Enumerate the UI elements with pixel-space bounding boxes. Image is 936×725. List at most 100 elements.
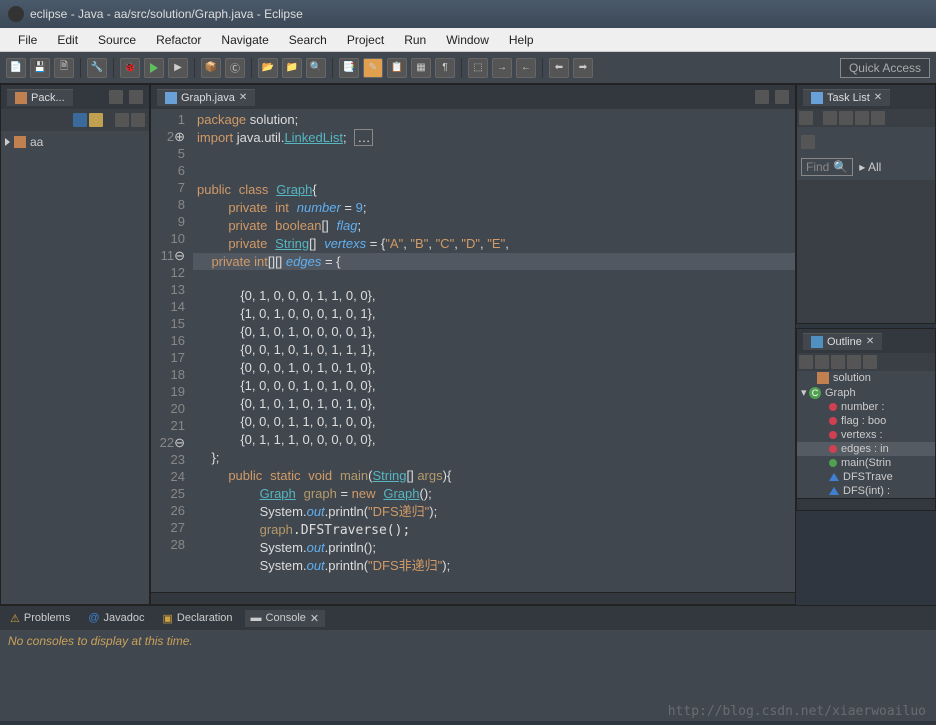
find-input[interactable]: Find🔍	[801, 158, 853, 176]
editor-panel: Graph.java ✕ 12⊕567891011⊖12131415161718…	[150, 84, 796, 605]
outline-header: Outline ✕	[797, 329, 935, 353]
next-annotation-button[interactable]: →	[492, 58, 512, 78]
close-icon[interactable]: ✕	[866, 336, 874, 347]
run-last-button[interactable]: ▶	[168, 58, 188, 78]
menu-refactor[interactable]: Refactor	[146, 33, 211, 47]
project-label: aa	[30, 135, 43, 149]
outline-scrollbar[interactable]	[797, 498, 935, 510]
maximize-button[interactable]	[775, 90, 789, 104]
outline-member[interactable]: flag : boo	[797, 414, 935, 428]
console-tab[interactable]: ▬Console✕	[245, 610, 326, 627]
save-all-button[interactable]: 🗎	[54, 58, 74, 78]
outline-icon	[811, 336, 823, 348]
categorize-button[interactable]	[823, 111, 837, 125]
watermark: http://blog.csdn.net/xiaerwoailuo	[668, 704, 926, 719]
outline-member[interactable]: vertexs :	[797, 428, 935, 442]
menu-project[interactable]: Project	[337, 33, 394, 47]
minimize-button[interactable]	[109, 90, 123, 104]
open-type-button[interactable]: 📂	[258, 58, 278, 78]
toggle-highlight-button[interactable]: ✎	[363, 58, 383, 78]
close-tab-icon[interactable]: ✕	[239, 92, 247, 103]
problems-tab[interactable]: ⚠Problems	[4, 610, 76, 627]
spacer	[815, 111, 821, 125]
new-button[interactable]: 📄	[6, 58, 26, 78]
editor-scrollbar[interactable]	[151, 592, 795, 604]
line-gutter: 12⊕567891011⊖1213141516171819202122⊖2324…	[151, 109, 193, 592]
task-list-panel: Task List ✕ Find🔍 ▸ All	[796, 84, 936, 324]
annotation-button[interactable]: 📋	[387, 58, 407, 78]
menu-search[interactable]: Search	[279, 33, 337, 47]
show-whitespace-button[interactable]: ¶	[435, 58, 455, 78]
play-icon	[150, 63, 158, 73]
package-explorer-tab[interactable]: Pack...	[7, 89, 73, 106]
filter-static-button[interactable]	[831, 355, 845, 369]
outline-member[interactable]: main(Strin	[797, 456, 935, 470]
filter-fields-button[interactable]	[815, 355, 829, 369]
back-button[interactable]: ⬅	[549, 58, 569, 78]
menu-run[interactable]: Run	[394, 33, 436, 47]
perspective-button[interactable]: ⬚	[468, 58, 488, 78]
all-filter[interactable]: ▸ All	[859, 160, 881, 174]
build-button[interactable]: 🔧	[87, 58, 107, 78]
project-node[interactable]: aa	[5, 135, 145, 149]
task-list-tab[interactable]: Task List ✕	[803, 89, 890, 106]
minimize-button[interactable]	[755, 90, 769, 104]
save-button[interactable]: 💾	[30, 58, 50, 78]
sort-button[interactable]	[799, 355, 813, 369]
declaration-tab[interactable]: ▣Declaration	[157, 610, 239, 627]
menu-navigate[interactable]: Navigate	[211, 33, 278, 47]
field-icon	[829, 403, 837, 411]
prev-annotation-button[interactable]: ←	[516, 58, 536, 78]
schedule-button[interactable]	[839, 111, 853, 125]
outline-panel: Outline ✕ solution ▾CGraph number : flag…	[796, 328, 936, 511]
right-panels: Task List ✕ Find🔍 ▸ All	[796, 84, 936, 605]
separator	[332, 58, 333, 78]
filter-public-button[interactable]	[847, 355, 861, 369]
maximize-button[interactable]	[129, 90, 143, 104]
filter-button[interactable]	[131, 113, 145, 127]
new-package-button[interactable]: 📦	[201, 58, 221, 78]
menu-help[interactable]: Help	[499, 33, 544, 47]
code-content[interactable]: package solution; import java.util.Linke…	[193, 109, 795, 592]
quick-access[interactable]: Quick Access	[840, 58, 930, 78]
new-task-button[interactable]	[799, 111, 813, 125]
outline-package[interactable]: solution	[797, 371, 935, 385]
new-class-button[interactable]: Ⓒ	[225, 58, 245, 78]
view-menu-button[interactable]	[115, 113, 129, 127]
method-icon	[829, 459, 837, 467]
javadoc-tab[interactable]: @Javadoc	[82, 610, 150, 626]
debug-button[interactable]: 🐞	[120, 58, 140, 78]
link-button[interactable]	[863, 355, 877, 369]
open-task-button[interactable]: 📁	[282, 58, 302, 78]
code-editor[interactable]: 12⊕567891011⊖1213141516171819202122⊖2324…	[151, 109, 795, 592]
outline-member[interactable]: number :	[797, 400, 935, 414]
menu-file[interactable]: File	[8, 33, 47, 47]
focus-button[interactable]	[871, 111, 885, 125]
toggle-mark-button[interactable]: 📑	[339, 58, 359, 78]
sync-button[interactable]	[855, 111, 869, 125]
link-editor-button[interactable]	[89, 113, 103, 127]
close-icon[interactable]: ✕	[874, 92, 882, 103]
outline-toolbar	[797, 353, 935, 371]
package-explorer-title: Pack...	[31, 92, 65, 104]
outline-member-selected[interactable]: edges : in	[797, 442, 935, 456]
run-button[interactable]	[144, 58, 164, 78]
outline-class[interactable]: ▾CGraph	[797, 385, 935, 400]
block-select-button[interactable]: ▦	[411, 58, 431, 78]
workspace: Pack... aa Graph.java	[0, 84, 936, 605]
dropdown-icon[interactable]	[801, 135, 815, 149]
collapse-button[interactable]	[73, 113, 87, 127]
editor-tab[interactable]: Graph.java ✕	[157, 89, 255, 106]
menu-edit[interactable]: Edit	[47, 33, 88, 47]
forward-button[interactable]: ➡	[573, 58, 593, 78]
outline-member[interactable]: DFSTrave	[797, 470, 935, 484]
search-button[interactable]: 🔍	[306, 58, 326, 78]
outline-member[interactable]: DFS(int) :	[797, 484, 935, 498]
method-icon	[829, 487, 839, 495]
field-icon	[829, 431, 837, 439]
menu-source[interactable]: Source	[88, 33, 146, 47]
menu-window[interactable]: Window	[436, 33, 499, 47]
close-icon[interactable]: ✕	[310, 612, 319, 625]
eclipse-logo-icon	[8, 6, 24, 22]
outline-tab[interactable]: Outline ✕	[803, 333, 882, 350]
